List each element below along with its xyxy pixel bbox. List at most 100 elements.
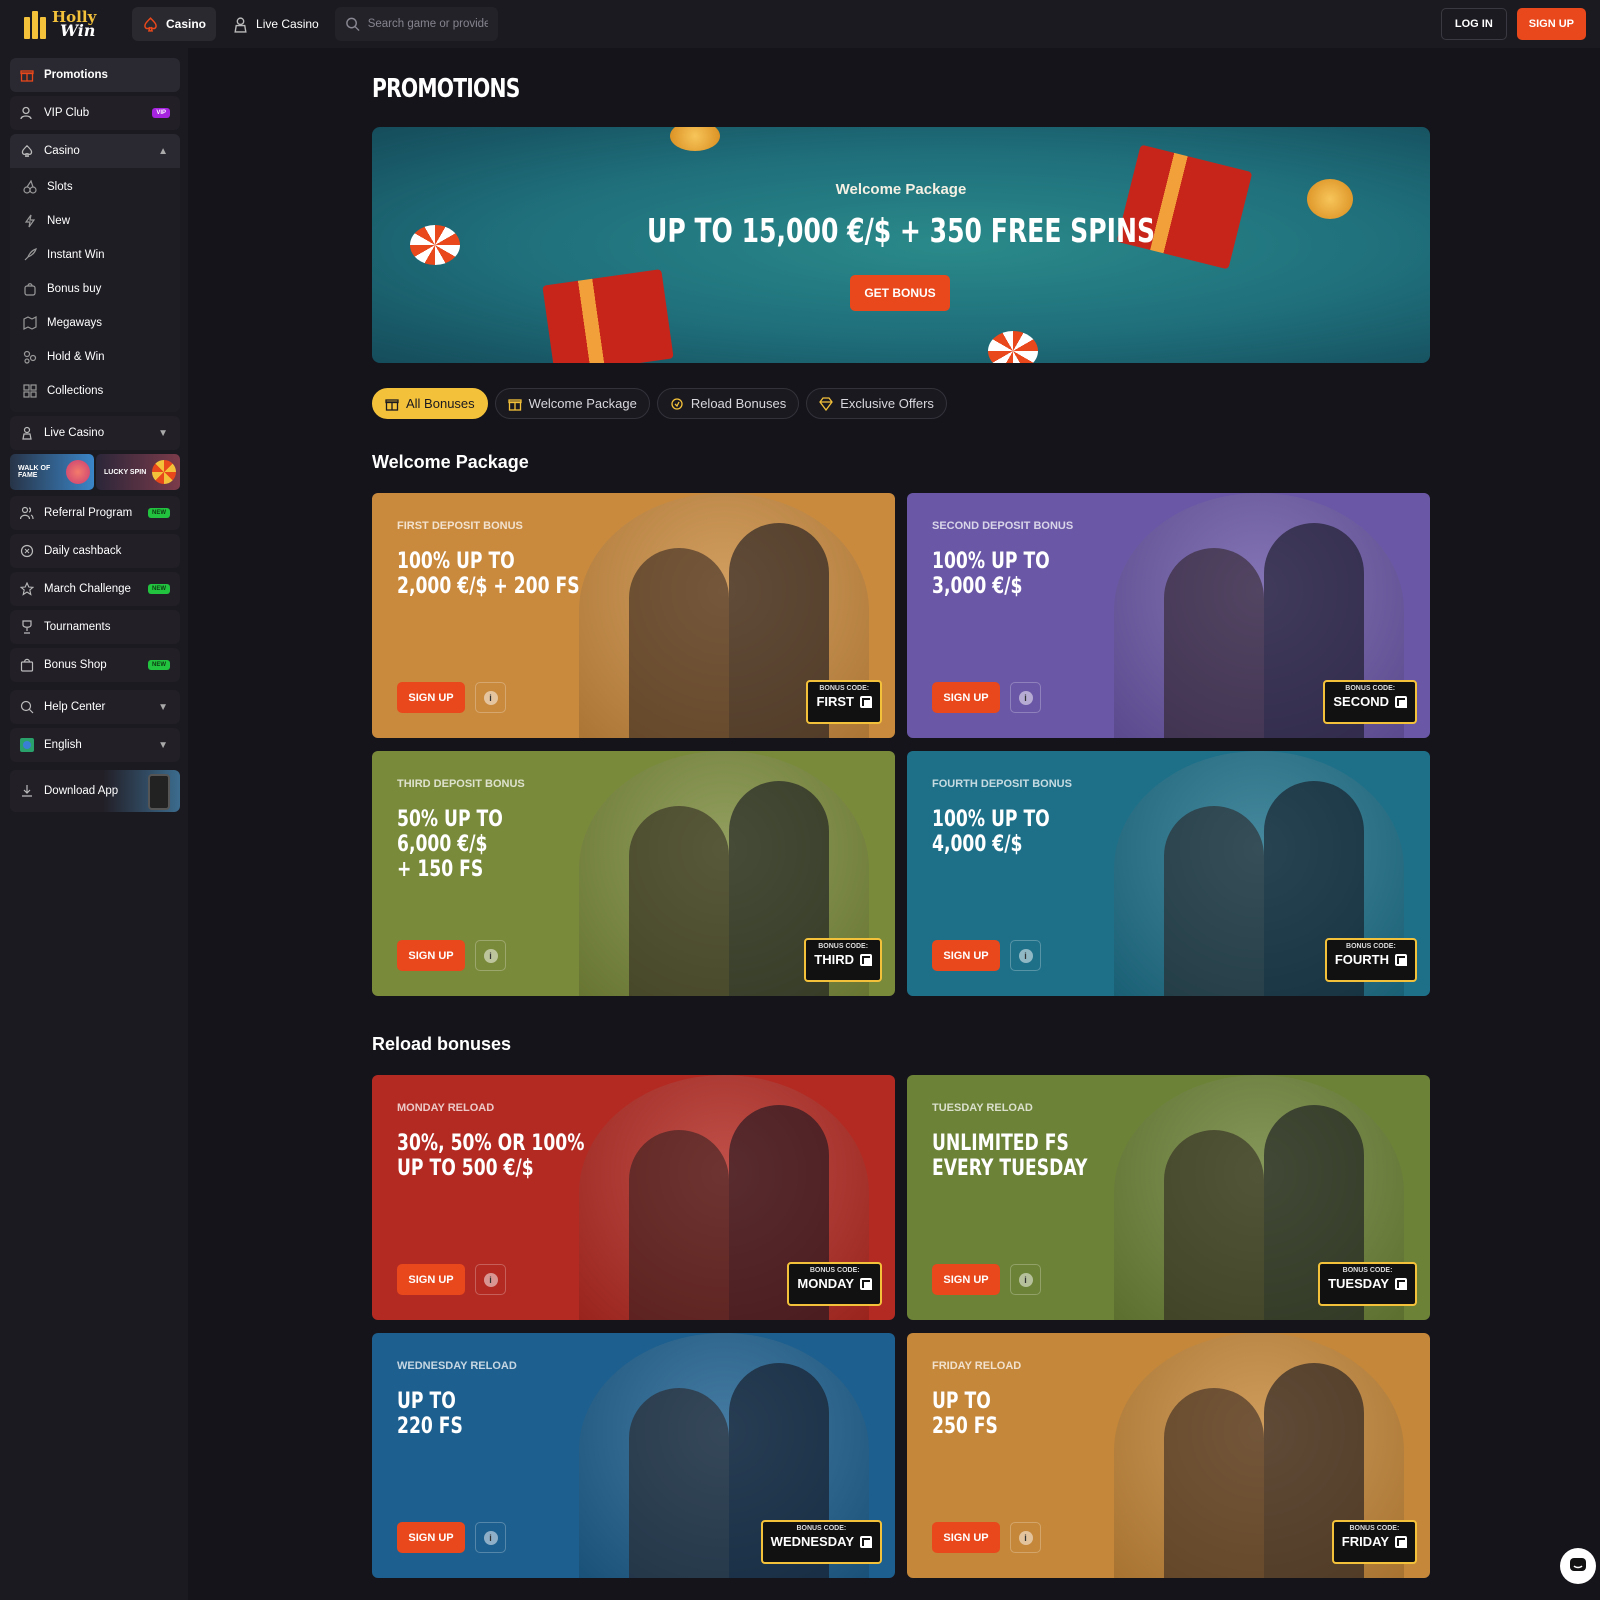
sidebar-item-referral[interactable]: Referral Program NEW <box>10 496 180 530</box>
bonus-card-title: UNLIMITED FS EVERY TUESDAY <box>932 1131 1088 1181</box>
login-button[interactable]: LOG IN <box>1440 8 1507 40</box>
lucky-spin-tile[interactable]: LUCKY SPIN <box>96 454 180 490</box>
casino-submenu: Slots New Instant Win Bonus buy Megaways… <box>10 168 180 412</box>
bonus-code-badge[interactable]: BONUS CODE: FRIDAY <box>1331 1520 1417 1564</box>
bonus-card[interactable]: FOURTH DEPOSIT BONUS 100% UP TO 4,000 €/$… <box>907 751 1430 996</box>
holly-win-logo[interactable]: Holly Win <box>22 4 112 44</box>
bonus-code-badge[interactable]: BONUS CODE: FIRST <box>806 680 882 724</box>
bonus-code-label: BONUS CODE: <box>809 1267 860 1274</box>
info-button[interactable]: i <box>1010 940 1041 971</box>
shop-bag-icon <box>20 658 34 672</box>
sidebar-item-help-center[interactable]: Help Center ▼ <box>10 690 180 724</box>
copy-icon <box>1395 1277 1407 1290</box>
bonus-code-badge[interactable]: BONUS CODE: WEDNESDAY <box>760 1520 882 1564</box>
card-signup-button[interactable]: SIGN UP <box>932 1522 1000 1553</box>
filter-all-bonuses[interactable]: All Bonuses <box>372 388 488 419</box>
copy-icon <box>1395 695 1407 708</box>
info-button[interactable]: i <box>475 1522 506 1553</box>
sidebar-item-vip-club[interactable]: VIP Club VIP <box>10 96 180 130</box>
filter-label: All Bonuses <box>406 396 475 411</box>
chat-button[interactable] <box>1560 1548 1596 1584</box>
sidebar-item-casino[interactable]: Casino ▲ <box>10 134 180 168</box>
sidebar-item-live-casino[interactable]: Live Casino ▼ <box>10 416 180 450</box>
info-icon: i <box>483 1272 498 1287</box>
search-box[interactable] <box>334 7 498 41</box>
character-figure <box>629 1388 729 1578</box>
filter-reload-bonuses[interactable]: Reload Bonuses <box>656 388 800 419</box>
sidebar-item-slots[interactable]: Slots <box>10 170 180 204</box>
sidebar-item-bonus-buy[interactable]: Bonus buy <box>10 272 180 306</box>
dealer-icon <box>234 16 247 33</box>
bonus-code-badge[interactable]: BONUS CODE: FOURTH <box>1324 938 1417 982</box>
bonus-code-label: BONUS CODE: <box>1346 943 1396 950</box>
filter-label: Welcome Package <box>528 396 637 411</box>
sidebar-item-instant-win[interactable]: Instant Win <box>10 238 180 272</box>
info-button[interactable]: i <box>475 1264 506 1295</box>
new-badge: NEW <box>148 660 170 670</box>
sub-item-label: Slots <box>47 181 73 193</box>
info-button[interactable]: i <box>1010 1522 1041 1553</box>
sidebar-item-language[interactable]: English ▼ <box>10 728 180 762</box>
card-signup-button[interactable]: SIGN UP <box>932 1264 1000 1295</box>
get-bonus-button[interactable]: GET BONUS <box>850 275 950 311</box>
info-button[interactable]: i <box>1010 1264 1041 1295</box>
tab-casino[interactable]: Casino <box>132 7 217 41</box>
bonus-card[interactable]: WEDNESDAY RELOAD UP TO 220 FS SIGN UP i BONU… <box>372 1333 895 1578</box>
sidebar-item-label: Bonus Shop <box>44 659 107 671</box>
signup-button[interactable]: SIGN UP <box>1516 8 1586 40</box>
bonus-card-title: 30%, 50% OR 100% UP TO 500 €/$ <box>397 1131 585 1181</box>
vip-badge: VIP <box>152 108 170 118</box>
sidebar-item-megaways[interactable]: Megaways <box>10 306 180 340</box>
bonus-card[interactable]: FRIDAY RELOAD UP TO 250 FS SIGN UP i BONUS C… <box>907 1333 1430 1578</box>
info-button[interactable]: i <box>475 682 506 713</box>
info-button[interactable]: i <box>1010 682 1041 713</box>
spade-icon <box>20 144 34 158</box>
sidebar-item-hold-win[interactable]: Hold & Win <box>10 340 180 374</box>
chevron-down-icon: ▼ <box>158 701 168 713</box>
bonus-code-badge[interactable]: BONUS CODE: MONDAY <box>787 1262 882 1306</box>
sidebar-item-label: Promotions <box>44 69 108 81</box>
search-input[interactable] <box>367 18 488 30</box>
chat-icon <box>1570 1558 1586 1571</box>
tab-casino-label: Casino <box>166 17 207 31</box>
chip-image <box>988 331 1038 363</box>
hero-title: UP TO 15,000 €/$ + 350 FREE SPINS <box>646 211 1156 250</box>
bonus-code-badge[interactable]: BONUS CODE: TUESDAY <box>1318 1262 1417 1306</box>
logo-mark-icon <box>22 9 48 39</box>
bonus-card[interactable]: SECOND DEPOSIT BONUS 100% UP TO 3,000 €/$… <box>907 493 1430 738</box>
card-signup-button[interactable]: SIGN UP <box>932 940 1000 971</box>
info-button[interactable]: i <box>475 940 506 971</box>
card-signup-button[interactable]: SIGN UP <box>397 1264 465 1295</box>
map-pin-icon <box>66 460 90 484</box>
sidebar-item-collections[interactable]: Collections <box>10 374 180 408</box>
info-icon: i <box>483 1530 498 1545</box>
card-signup-button[interactable]: SIGN UP <box>397 682 465 713</box>
search-icon <box>345 17 360 32</box>
sidebar-item-tournaments[interactable]: Tournaments <box>10 610 180 644</box>
sidebar-item-new[interactable]: New <box>10 204 180 238</box>
sidebar-item-bonus-shop[interactable]: Bonus Shop NEW <box>10 648 180 682</box>
sidebar-item-promotions[interactable]: Promotions <box>10 58 180 92</box>
walk-of-fame-tile[interactable]: WALK OF FAME <box>10 454 94 490</box>
card-signup-button[interactable]: SIGN UP <box>932 682 1000 713</box>
filter-exclusive-offers[interactable]: Exclusive Offers <box>806 388 947 419</box>
sidebar-item-daily-cashback[interactable]: Daily cashback <box>10 534 180 568</box>
bonus-code-badge[interactable]: BONUS CODE: SECOND <box>1323 680 1417 724</box>
bonus-code-badge[interactable]: BONUS CODE: THIRD <box>804 938 882 982</box>
info-icon: i <box>1018 948 1033 963</box>
filter-welcome-package[interactable]: Welcome Package <box>494 388 650 419</box>
help-icon <box>20 700 34 714</box>
user-icon <box>20 106 34 120</box>
tab-live-casino[interactable]: Live Casino <box>222 7 329 41</box>
card-signup-button[interactable]: SIGN UP <box>397 1522 465 1553</box>
bonus-card[interactable]: FIRST DEPOSIT BONUS 100% UP TO 2,000 €/$ … <box>372 493 895 738</box>
card-signup-button[interactable]: SIGN UP <box>397 940 465 971</box>
sidebar-item-march-challenge[interactable]: March Challenge NEW <box>10 572 180 606</box>
bonus-card[interactable]: MONDAY RELOAD 30%, 50% OR 100% UP TO 500 … <box>372 1075 895 1320</box>
download-app-button[interactable]: Download App <box>10 770 180 812</box>
bonus-card[interactable]: TUESDAY RELOAD UNLIMITED FS EVERY TUESDAY… <box>907 1075 1430 1320</box>
main-content: PROMOTIONS Welcome Package UP TO 15,000 … <box>372 48 1430 1578</box>
bonus-card[interactable]: THIRD DEPOSIT BONUS 50% UP TO 6,000 €/$ +… <box>372 751 895 996</box>
character-figure <box>1164 1388 1264 1578</box>
sub-item-label: Bonus buy <box>47 283 102 295</box>
